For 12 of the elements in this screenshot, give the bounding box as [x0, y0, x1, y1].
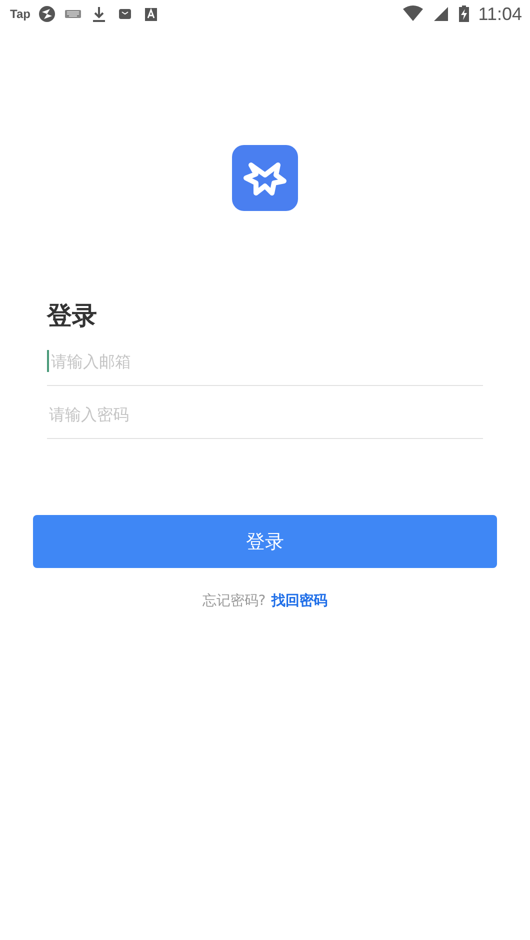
- signal-icon: [432, 5, 450, 23]
- login-button[interactable]: 登录: [33, 515, 497, 568]
- app-label: Tap: [10, 7, 30, 21]
- forgot-password-text: 忘记密码?: [202, 592, 266, 610]
- login-title: 登录: [47, 300, 98, 332]
- input-field[interactable]: 请输入邮箱: [49, 352, 483, 370]
- battery-icon: [458, 5, 470, 23]
- input-field[interactable]: 请输入密码: [47, 404, 483, 424]
- clock: 11:04: [478, 4, 522, 24]
- app-logo-icon: [232, 145, 298, 211]
- wifi-icon: [402, 5, 424, 23]
- recover-password-link[interactable]: 找回密码: [272, 592, 328, 610]
